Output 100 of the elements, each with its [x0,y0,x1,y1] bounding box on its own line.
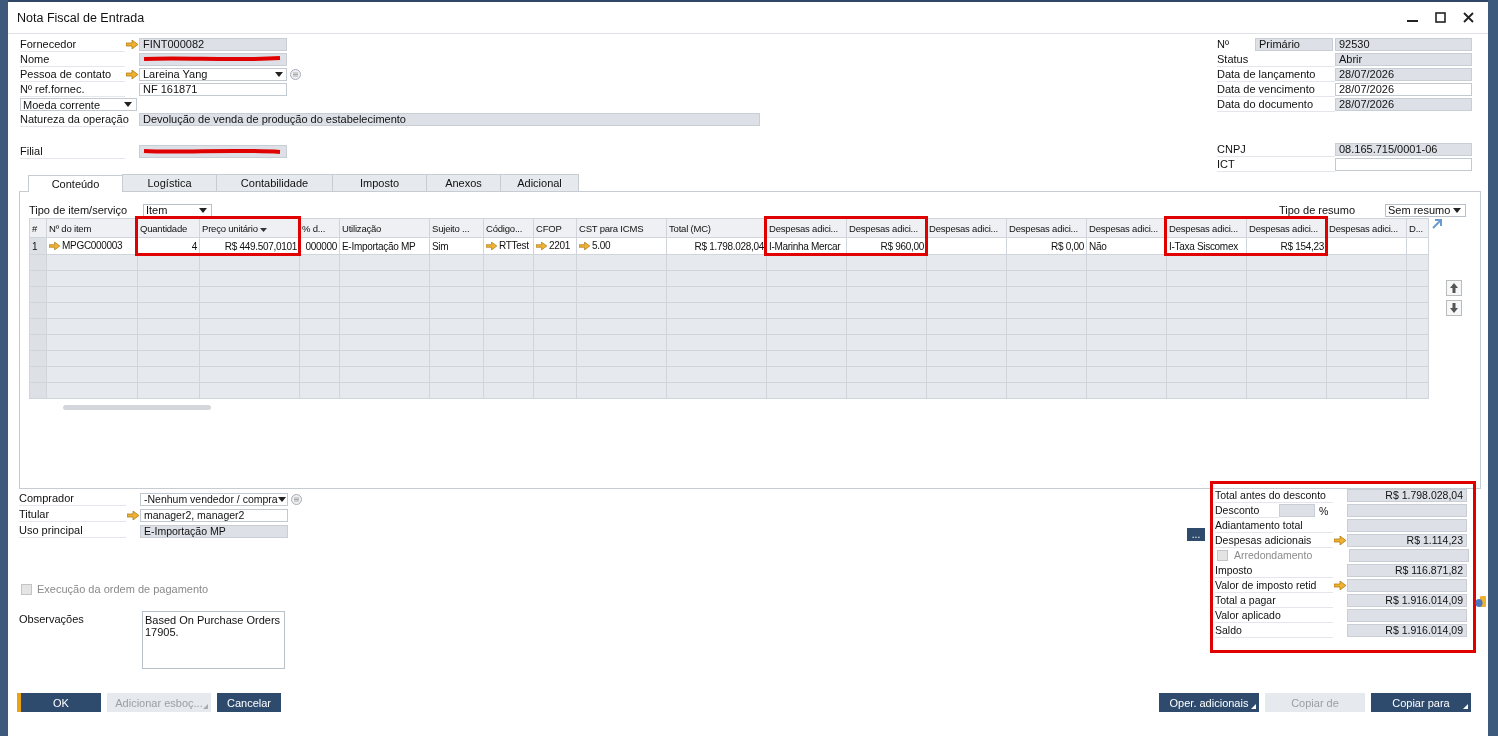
scrollbar-thumb[interactable] [63,405,211,410]
input-field[interactable]: FINT000082 [139,38,287,51]
tab[interactable]: Adicional [500,174,579,191]
field-label: Tipo de resumo [1279,204,1357,216]
column-header[interactable]: CFOP [533,218,577,238]
summary-type-dropdown[interactable]: Sem resumo [1385,203,1466,217]
link-arrow-icon[interactable] [49,241,60,250]
link-arrow-icon[interactable] [126,70,138,79]
amount-field[interactable]: R$ 1.114,23 [1347,534,1467,547]
column-header[interactable]: Código... [483,218,534,238]
input-field[interactable] [139,145,287,158]
column-header[interactable]: % d... [299,218,340,238]
field-label: Valor de imposto retid [1215,578,1333,593]
field-label: CNPJ [1217,142,1335,157]
link-arrow-icon[interactable] [126,40,138,49]
currency-dropdown[interactable]: Moeda corrente [20,98,137,111]
caret-icon [275,72,283,77]
column-header[interactable]: Despesas adici... [1006,218,1087,238]
tab[interactable]: Anexos [426,174,501,191]
amount-field[interactable] [1347,504,1467,517]
action-button[interactable]: Cancelar [217,693,281,712]
column-header[interactable]: Utilização [339,218,430,238]
amount-field[interactable]: R$ 1.916.014,09 [1347,594,1467,607]
move-up-icon[interactable] [1446,280,1462,296]
input-field[interactable]: NF 161871 [139,83,287,96]
remarks-field[interactable]: Based On Purchase Orders 17905. [142,611,285,669]
input-field[interactable]: manager2, manager2 [140,508,288,522]
window-title: Nota Fiscal de Entrada [17,10,145,25]
field-label: Total a pagar [1215,593,1333,608]
field-label: Tipo de item/serviço [29,204,129,216]
field-label: Comprador [19,492,126,506]
list-icon[interactable] [290,69,301,80]
input-field[interactable]: 28/07/2026 [1335,98,1472,111]
column-header[interactable]: Despesas adici... [1326,218,1407,238]
dropdown-field[interactable]: Lareina Yang [139,68,287,81]
link-arrow-icon[interactable] [127,510,139,520]
field-label: Despesas adicionais [1215,533,1333,548]
field-label: Fornecedor [20,37,125,52]
column-header[interactable]: Sujeito ... [429,218,484,238]
field-label: Total antes do desconto [1215,488,1333,503]
amount-field[interactable] [1349,549,1469,562]
action-button[interactable]: Copiar para [1371,693,1471,712]
tab[interactable]: Contabilidade [216,174,333,191]
field-label: Observações [19,612,85,627]
caret-icon [124,102,132,107]
column-header[interactable]: Nº do item [46,218,138,238]
amount-field[interactable] [1347,609,1467,622]
input-field[interactable]: E-Importação MP [140,524,288,538]
input-field[interactable] [1335,158,1472,171]
caret-icon [1453,207,1461,213]
dropdown-field[interactable]: -Nenhum vendedor / compra [140,492,288,506]
link-arrow-icon[interactable] [536,241,547,250]
list-icon[interactable] [291,493,302,505]
column-header[interactable]: D... [1406,218,1429,238]
column-header[interactable]: CST para ICMS [576,218,667,238]
tab[interactable]: Conteúdo [28,175,123,192]
maximize-icon[interactable] [1435,12,1446,23]
close-icon[interactable] [1463,12,1474,23]
link-arrow-icon[interactable] [1334,581,1346,590]
field-label: Saldo [1215,623,1333,638]
input-field[interactable]: Devolução de venda de produção do estabelecimento [139,113,760,126]
field-label: Filial [20,144,125,159]
amount-field[interactable]: R$ 1.798.028,04 [1347,489,1467,502]
percent-label: % [1319,504,1330,517]
field-label: Data de vencimento [1217,82,1335,97]
column-header[interactable]: Total (MC) [666,218,767,238]
ok-button[interactable]: OK [17,693,101,712]
column-header[interactable]: Despesas adici... [1086,218,1167,238]
amount-field[interactable]: R$ 1.916.014,09 [1347,624,1467,637]
move-down-icon[interactable] [1446,300,1462,316]
column-header[interactable]: # [29,218,47,238]
input-field[interactable]: Abrir [1335,53,1472,66]
field-label: Pessoa de contato [20,67,125,82]
amount-field[interactable] [1347,519,1467,532]
tab[interactable]: Imposto [332,174,427,191]
amount-field[interactable] [1347,579,1467,592]
input-field[interactable]: 28/07/2026 [1335,68,1472,81]
input-field[interactable]: 92530 [1335,38,1472,51]
action-button[interactable]: Oper. adicionais [1159,693,1259,712]
input-field[interactable]: 28/07/2026 [1335,83,1472,96]
more-button[interactable]: ... [1187,528,1205,541]
item-type-dropdown[interactable]: Item [143,203,212,217]
link-arrow-icon[interactable] [579,241,590,250]
field-label: Imposto [1215,563,1333,578]
coins-icon[interactable] [1475,594,1487,608]
field-label: Uso principal [19,524,126,538]
sort-icon[interactable] [259,227,267,232]
amount-field[interactable]: R$ 116.871,82 [1347,564,1467,577]
tab[interactable]: Logística [122,174,217,191]
expand-icon[interactable] [1431,218,1443,230]
percent-field[interactable] [1279,504,1315,517]
link-arrow-icon[interactable] [486,241,497,250]
column-header[interactable]: Despesas adici... [926,218,1007,238]
caret-icon [277,496,286,502]
series-field[interactable]: Primário [1255,38,1333,51]
field-label: Adiantamento total [1215,518,1333,533]
input-field[interactable] [139,53,287,66]
link-arrow-icon[interactable] [1334,536,1346,545]
input-field[interactable]: 08.165.715/0001-06 [1335,143,1472,156]
field-label: ICT [1217,157,1335,172]
